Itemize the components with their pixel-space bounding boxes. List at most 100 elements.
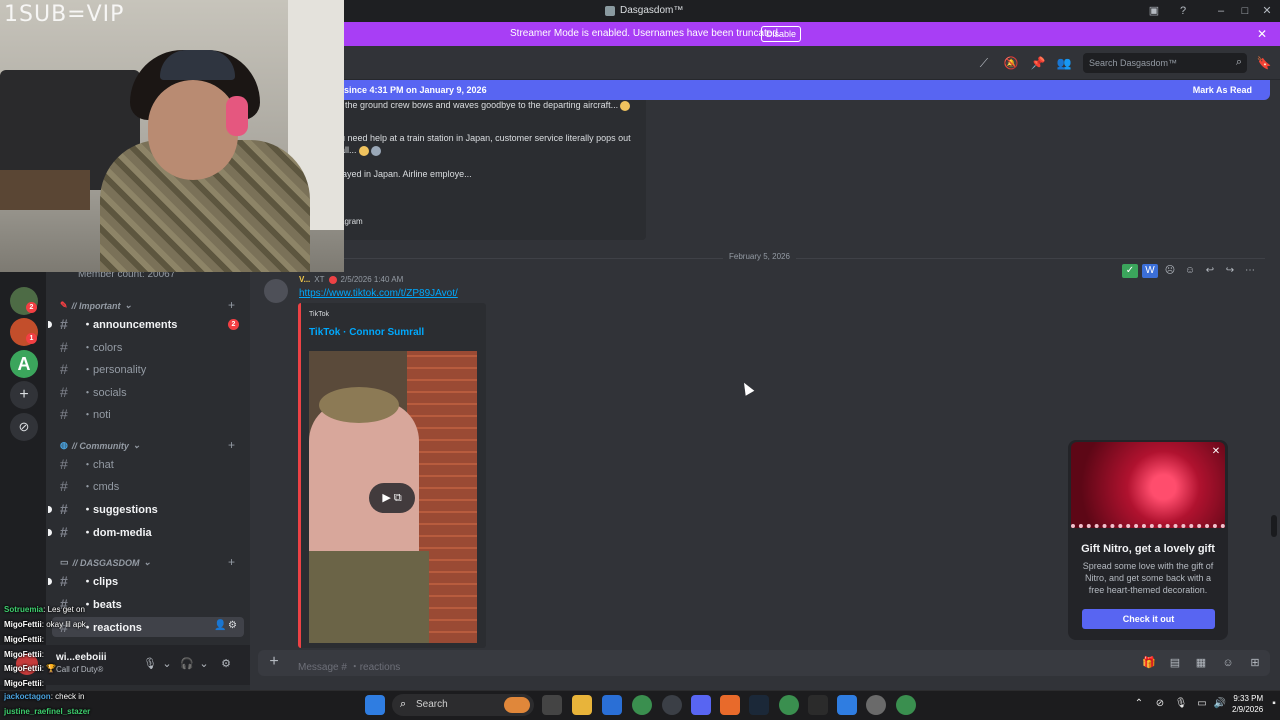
file-explorer-icon[interactable] — [572, 695, 592, 715]
reply-icon[interactable]: ↩ — [1202, 264, 1218, 278]
task-view-icon[interactable] — [542, 695, 562, 715]
store-icon[interactable] — [602, 695, 622, 715]
category-dasgasdom[interactable]: ▭// DASGASDOM ⌄ — [60, 557, 151, 568]
channel-dom-media[interactable]: # ・dom-media — [48, 523, 152, 541]
clock-date: 2/9/2026 — [1232, 705, 1264, 714]
channel-cmds[interactable]: # ・cmds — [60, 477, 119, 495]
disable-streamer-mode-button[interactable]: Disable — [761, 26, 801, 42]
tiktok-link[interactable]: https://www.tiktok.com/t/ZP89JAvot/ — [299, 288, 458, 299]
server-badge: 2 — [26, 302, 37, 313]
gift-icon[interactable]: 🎁 — [1141, 655, 1157, 671]
username[interactable]: wi...eeboiii — [56, 652, 107, 663]
pin-icon[interactable]: 📌 — [1030, 55, 1046, 71]
app-icon[interactable] — [662, 695, 682, 715]
discover-icon[interactable]: ⊘ — [10, 413, 38, 441]
channel-noti[interactable]: # ・noti — [60, 405, 111, 423]
chevron-up-icon[interactable]: ⌃ — [1132, 697, 1146, 711]
add-channel-icon[interactable]: + — [228, 555, 235, 569]
microphone-icon[interactable]: 🎙 — [1174, 697, 1188, 711]
channel-personality[interactable]: # ・personality — [60, 360, 146, 378]
channel-chat[interactable]: # ・chat — [60, 455, 114, 473]
sticker-icon[interactable]: ▦ — [1193, 655, 1209, 671]
chat-overlay-line: jackoctagon: check in — [4, 692, 85, 701]
close-window-icon[interactable]: ✕ — [1259, 3, 1275, 19]
check-it-out-button[interactable]: Check it out — [1082, 609, 1215, 629]
channel-clips[interactable]: # ・clips — [48, 572, 118, 590]
inbox-icon[interactable]: ▣ — [1146, 3, 1162, 19]
scrollbar[interactable] — [1271, 515, 1277, 537]
message-composer[interactable]: + Message # ・reactions — [258, 650, 1270, 676]
close-icon[interactable]: ✕ — [1254, 26, 1270, 42]
invite-icon[interactable]: 👤 — [214, 620, 226, 631]
chrome-icon[interactable] — [779, 695, 799, 715]
monitor-icon[interactable]: ▭ — [1195, 697, 1209, 711]
taskbar-clock[interactable]: 9:33 PM 2/9/2026 — [1232, 693, 1263, 715]
tray-icon[interactable]: ⊘ — [1153, 697, 1167, 711]
channel-socials[interactable]: # ・socials — [60, 383, 127, 401]
check-reaction-icon[interactable]: ✓ — [1122, 264, 1138, 278]
avatar[interactable] — [264, 279, 288, 303]
mark-as-read-button[interactable]: Mark As Read — [1193, 85, 1252, 95]
add-reaction-icon[interactable]: ☺ — [1182, 264, 1198, 278]
minimize-icon[interactable]: – — [1213, 3, 1229, 19]
chat-overlay-line: MigoFettii: — [4, 679, 45, 688]
channel-colors[interactable]: # ・colors — [60, 338, 122, 356]
app-icon[interactable] — [720, 695, 740, 715]
category-community[interactable]: ◍// Community ⌄ — [60, 440, 140, 451]
server-a-icon[interactable]: A — [10, 350, 38, 378]
discord-icon[interactable] — [691, 695, 711, 715]
video-thumbnail[interactable]: ▶ ⧉ — [309, 351, 477, 643]
steam-icon[interactable] — [749, 695, 769, 715]
windows-start-icon[interactable] — [365, 695, 385, 715]
add-channel-icon[interactable]: + — [228, 298, 235, 312]
members-icon[interactable]: 👥 — [1056, 55, 1072, 71]
gif-icon[interactable]: ▤ — [1167, 655, 1183, 671]
emoji-icon — [620, 100, 631, 111]
app-icon[interactable] — [837, 695, 857, 715]
user-settings-icon[interactable]: ⚙ — [219, 657, 233, 671]
channel-settings-icon[interactable]: ⚙ — [228, 620, 237, 631]
embed-line: u need help at a train station in Japan,… — [340, 133, 631, 143]
add-attachment-icon[interactable]: + — [266, 654, 282, 670]
previous-embed: , the ground crew bows and waves goodbye… — [330, 100, 646, 240]
app-icon[interactable] — [866, 695, 886, 715]
chevron-down-icon[interactable]: ⌄ — [197, 657, 211, 671]
play-icon[interactable]: ▶ ⧉ — [369, 483, 415, 513]
message-username[interactable]: V... — [299, 275, 310, 284]
chat-overlay-line: MigoFettii: okay lil apk — [4, 620, 86, 629]
speaker-icon[interactable]: 🔊 — [1213, 697, 1227, 711]
microphone-icon[interactable]: 🎙 — [143, 657, 157, 671]
emoji-icon[interactable]: ☺ — [1220, 655, 1236, 671]
terminal-icon[interactable] — [808, 695, 828, 715]
forward-icon[interactable]: ↪ — [1222, 264, 1238, 278]
taskbar-search-label: Search — [416, 699, 448, 710]
inbox-bookmark-icon[interactable]: 🔖 — [1256, 55, 1272, 71]
taskbar-search[interactable]: ⌕ Search — [392, 694, 534, 716]
embed-title[interactable]: TikTok · Connor Sumrall — [309, 327, 424, 338]
channel-announcements[interactable]: # ・announcements — [48, 315, 177, 333]
w-reaction-icon[interactable]: W — [1142, 264, 1158, 278]
headphones-icon[interactable]: 🎧 — [180, 657, 194, 671]
search-input[interactable]: Search Dasgasdom™ ⌕ — [1083, 53, 1247, 73]
webcam-table — [0, 170, 90, 210]
chrome-icon[interactable] — [632, 695, 652, 715]
channel-suggestions[interactable]: # ・suggestions — [48, 500, 158, 518]
hash-icon: # — [60, 384, 68, 400]
apps-icon[interactable]: ⊞ — [1247, 655, 1263, 671]
notifications-icon[interactable]: ▪ — [1267, 697, 1280, 711]
new-messages-bar[interactable]: since 4:31 PM on January 9, 2026 Mark As… — [330, 80, 1270, 100]
help-icon[interactable]: ? — [1175, 3, 1191, 19]
sub-vip-overlay-text: 1SUB=VIP — [4, 2, 125, 27]
add-channel-icon[interactable]: + — [228, 438, 235, 452]
threads-icon[interactable]: ⟋ — [976, 55, 992, 71]
sad-emoji-icon[interactable]: ☹ — [1162, 264, 1178, 278]
notification-bell-icon[interactable]: 🔕 — [1003, 55, 1019, 71]
chrome-icon[interactable] — [896, 695, 916, 715]
dismiss-icon[interactable]: ✕ — [1210, 446, 1222, 458]
embed-line: all... — [340, 145, 381, 156]
category-important[interactable]: ✎// Important ⌄ — [60, 300, 132, 311]
add-server-icon[interactable]: + — [10, 381, 38, 409]
more-icon[interactable]: ⋯ — [1242, 264, 1258, 278]
maximize-icon[interactable]: □ — [1237, 3, 1253, 19]
chevron-down-icon[interactable]: ⌄ — [160, 657, 174, 671]
